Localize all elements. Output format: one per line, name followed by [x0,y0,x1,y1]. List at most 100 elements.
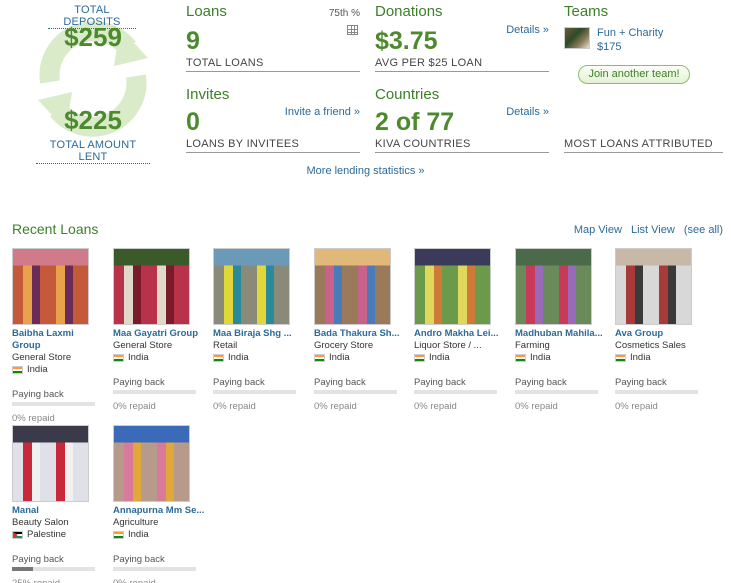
borrower-name-link[interactable]: Manal [12,505,104,517]
donations-value: $3.75 [375,27,438,55]
borrower-name-link[interactable]: Maa Gayatri Group [113,328,205,340]
repayment-progress-bar [314,390,397,394]
loan-sector: Beauty Salon [12,517,69,528]
india-flag-icon [213,354,224,362]
loan-sector: Liquor Store / ... [414,340,482,351]
donations-details-link[interactable]: Details » [506,24,549,36]
invites-value: 0 [186,108,200,136]
borrower-photo[interactable] [314,248,391,325]
borrower-name-link[interactable]: Andro Makha Lei... [414,328,506,340]
donations-stat: Donations Details » $3.75 AVG PER $25 LO… [375,3,549,73]
borrower-photo[interactable] [515,248,592,325]
repayment-progress-bar [515,390,598,394]
repayment-progress-bar [615,390,698,394]
loan-repaid: 0% repaid [414,401,457,412]
loan-status: Paying back [113,377,165,388]
country-name: India [27,364,48,375]
india-flag-icon [414,354,425,362]
borrower-photo[interactable] [12,248,89,325]
borrower-photo[interactable] [615,248,692,325]
countries-details-link[interactable]: Details » [506,106,549,118]
borrower-name-link[interactable]: Baibha Laxmi Group [12,328,104,352]
invite-friend-link[interactable]: Invite a friend » [285,106,360,118]
loan-country: India [12,364,108,376]
loan-card: Bada Thakura Sh... Grocery Store India Payi… [314,248,410,412]
loan-country: India [414,352,510,364]
loan-country: India [515,352,611,364]
country-name: India [429,352,450,363]
loan-card: Ava Group Cosmetics Sales India Paying back… [615,248,711,412]
repayment-progress-bar [414,390,497,394]
india-flag-icon [515,354,526,362]
loan-country: India [615,352,711,364]
invites-sub: LOANS BY INVITEES [186,138,360,153]
repayment-progress-bar [113,567,196,571]
borrower-name-link[interactable]: Bada Thakura Sh... [314,328,406,340]
loan-card: Andro Makha Lei... Liquor Store / ... Indi… [414,248,510,412]
grid-chart-icon[interactable] [347,25,358,35]
loan-sector: General Store [12,352,72,363]
repayment-progress-bar [12,402,95,406]
loan-country: India [113,352,209,364]
loan-card: Annapurna Mm Se... Agriculture India Paying… [113,425,209,583]
loan-repaid: 0% repaid [213,401,256,412]
countries-title: Countries [375,86,440,103]
total-deposits-value: $259 [64,22,122,52]
recent-loans-views: Map View List View (see all) [568,224,723,236]
borrower-photo[interactable] [113,425,190,502]
borrower-photo[interactable] [12,425,89,502]
invites-stat: Invites Invite a friend » 0 LOANS BY INV… [186,86,360,156]
loans-percentile: 75th % [328,8,360,19]
india-flag-icon [314,354,325,362]
loan-repaid: 0% repaid [615,401,658,412]
loan-status: Paying back [615,377,667,388]
loans-value: 9 [186,27,200,55]
india-flag-icon [113,531,124,539]
country-name: India [128,529,149,540]
loan-country: India [213,352,309,364]
loan-sector: Cosmetics Sales [615,340,686,351]
loan-sector: Retail [213,340,238,351]
loans-sub: TOTAL LOANS [186,57,360,72]
more-lending-statistics-link[interactable]: More lending statistics » [0,165,731,177]
list-view-link[interactable]: List View [631,224,675,236]
loan-card: Baibha Laxmi Group General Store India Payi… [12,248,108,424]
loan-sector: Grocery Store [314,340,374,351]
loan-repaid: 0% repaid [12,413,55,424]
country-name: India [530,352,551,363]
borrower-photo[interactable] [414,248,491,325]
loan-status: Paying back [314,377,366,388]
palestine-flag-icon [12,531,23,539]
loan-status: Paying back [12,554,64,565]
map-view-link[interactable]: Map View [574,224,622,236]
country-name: India [630,352,651,363]
borrower-photo[interactable] [213,248,290,325]
borrower-name-link[interactable]: Madhuban Mahila... [515,328,607,340]
total-lent-link[interactable]: TOTAL AMOUNT LENT [36,139,150,164]
repayment-progress-fill [12,567,33,571]
india-flag-icon [12,366,23,374]
repayment-progress-bar [113,390,196,394]
loan-card: ManalBeauty SalonPalestine Paying back 25%… [12,425,108,583]
donations-sub: AVG PER $25 LOAN [375,57,549,72]
repayment-progress-bar [213,390,296,394]
loan-status: Paying back [113,554,165,565]
loan-repaid: 0% repaid [113,401,156,412]
countries-sub: KIVA COUNTRIES [375,138,549,153]
see-all-link[interactable]: (see all) [684,224,723,236]
borrower-name-link[interactable]: Ava Group [615,328,707,340]
team-avatar[interactable] [564,27,590,49]
teams-title: Teams [564,3,609,20]
team-name-link[interactable]: Fun + Charity [597,27,663,39]
loan-status: Paying back [515,377,567,388]
borrower-name-link[interactable]: Maa Biraja Shg ... [213,328,305,340]
borrower-name-link[interactable]: Annapurna Mm Se... [113,505,205,517]
borrower-photo[interactable] [113,248,190,325]
join-team-button[interactable]: Join another team! [578,65,690,84]
loan-country: India [314,352,410,364]
teams-stat: Teams Fun + Charity $175 Join another te… [564,3,723,93]
loans-stat: Loans 75th % 9 TOTAL LOANS [186,3,360,73]
loan-status: Paying back [12,389,64,400]
loan-status: Paying back [414,377,466,388]
loan-repaid: 0% repaid [314,401,357,412]
